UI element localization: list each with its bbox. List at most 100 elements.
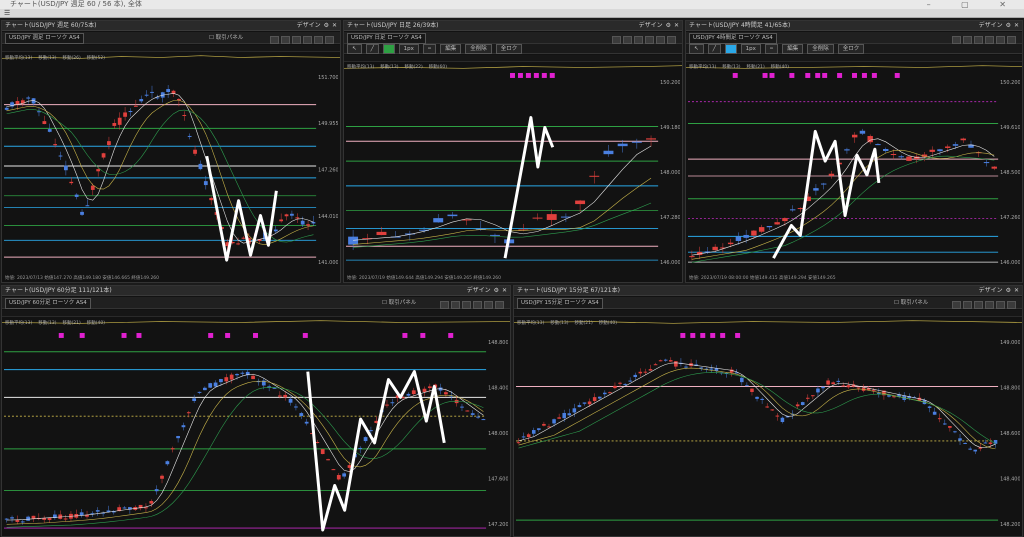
design-label[interactable]: デザイン <box>467 287 491 294</box>
lock-all-button[interactable]: 全ロク <box>837 44 865 54</box>
pen-icon[interactable] <box>996 35 1005 44</box>
design-label[interactable]: デザイン <box>297 22 321 29</box>
close-icon[interactable]: ✕ <box>1014 287 1019 294</box>
candle <box>797 208 804 210</box>
line-tool[interactable]: ╱ <box>707 44 721 54</box>
zoom-in-icon[interactable] <box>963 35 972 44</box>
gear-icon[interactable]: ⚙ <box>1006 22 1011 29</box>
close-icon[interactable]: ✕ <box>1014 22 1019 29</box>
settings-icon[interactable] <box>495 300 504 309</box>
y-axis-label: 149.610 <box>1000 125 1020 131</box>
event-marker <box>762 72 768 78</box>
candle <box>765 406 769 408</box>
line-width-select[interactable]: 1px <box>740 44 761 54</box>
color-picker[interactable] <box>724 44 737 54</box>
candle <box>532 217 543 219</box>
close-icon[interactable]: ✕ <box>332 22 337 29</box>
refresh-icon[interactable] <box>985 35 994 44</box>
zoom-out-icon[interactable] <box>974 35 983 44</box>
price-chart[interactable]: 149.000 148.800 148.600 148.400 148.200 <box>516 332 1020 534</box>
line-width-select[interactable]: 1px <box>398 44 419 54</box>
lock-all-button[interactable]: 全ロク <box>495 44 523 54</box>
zoom-out-icon[interactable] <box>634 35 643 44</box>
pane-header: チャート(USD/JPY 15分足 67/121本) デザイン ⚙ ✕ <box>514 286 1022 296</box>
refresh-icon[interactable] <box>645 35 654 44</box>
gear-icon[interactable]: ⚙ <box>666 22 671 29</box>
event-marker <box>79 332 85 338</box>
overview-strip[interactable] <box>2 45 340 59</box>
close-icon[interactable]: ✕ <box>674 22 679 29</box>
cursor-tool[interactable]: ↖ <box>347 44 362 54</box>
price-chart[interactable]: 148.800 148.400 148.000 147.600 147.200 <box>4 332 508 534</box>
design-label[interactable]: デザイン <box>979 287 1003 294</box>
symbol-select[interactable]: USD/JPY 4時間足 ローソク AS4 <box>689 33 777 44</box>
candle <box>774 222 780 225</box>
pen-icon[interactable] <box>314 35 323 44</box>
symbol-select[interactable]: USD/JPY 60分足 ローソク AS4 <box>5 298 91 309</box>
event-marker <box>58 332 64 338</box>
zoom-in-icon[interactable] <box>281 35 290 44</box>
symbol-select[interactable]: USD/JPY 週足 ローソク AS4 <box>5 33 84 44</box>
overview-strip[interactable] <box>2 310 510 324</box>
crosshair-icon[interactable] <box>270 35 279 44</box>
crosshair-icon[interactable] <box>440 300 449 309</box>
refresh-icon[interactable] <box>473 300 482 309</box>
candle <box>668 360 673 362</box>
settings-icon[interactable] <box>667 35 676 44</box>
design-label[interactable]: デザイン <box>979 22 1003 29</box>
settings-icon[interactable] <box>1007 300 1016 309</box>
cursor-tool[interactable]: ↖ <box>689 44 704 54</box>
design-label[interactable]: デザイン <box>639 22 663 29</box>
window-controls[interactable]: – ▢ ✕ <box>927 0 1020 9</box>
crosshair-icon[interactable] <box>952 300 961 309</box>
line-style-select[interactable]: ┅ <box>764 44 779 54</box>
pen-icon[interactable] <box>656 35 665 44</box>
symbol-select[interactable]: USD/JPY 15分足 ローソク AS4 <box>517 298 603 309</box>
candle <box>490 234 500 236</box>
symbol-select[interactable]: USD/JPY 日足 ローソク AS4 <box>347 33 426 44</box>
zoom-in-icon[interactable] <box>451 300 460 309</box>
zoom-in-icon[interactable] <box>963 300 972 309</box>
edit-button[interactable]: 編集 <box>782 44 804 54</box>
menu-icon[interactable]: ☰ <box>4 9 10 17</box>
trade-panel-checkbox[interactable]: ☐ 取引パネル <box>209 32 243 44</box>
gear-icon[interactable]: ⚙ <box>1006 287 1011 294</box>
y-axis-label: 148.400 <box>488 385 508 391</box>
crosshair-icon[interactable] <box>952 35 961 44</box>
delete-all-button[interactable]: 全削除 <box>807 44 834 54</box>
overview-strip[interactable] <box>686 55 1022 69</box>
settings-icon[interactable] <box>325 35 334 44</box>
trade-panel-checkbox[interactable]: ☐ 取引パネル <box>894 297 928 309</box>
candle <box>562 412 566 419</box>
price-chart[interactable]: 151.700 149.955 147.260 144.010 141.000 <box>4 67 338 272</box>
zoom-out-icon[interactable] <box>292 35 301 44</box>
candle <box>887 395 891 397</box>
zoom-out-icon[interactable] <box>462 300 471 309</box>
line-tool[interactable]: ╱ <box>365 44 379 54</box>
overview-strip[interactable] <box>344 55 682 69</box>
price-chart[interactable]: 150.200 149.610 148.500 147.260 146.000 <box>688 72 1020 272</box>
settings-icon[interactable] <box>1007 35 1016 44</box>
y-axis-label: 148.800 <box>1000 385 1020 391</box>
refresh-icon[interactable] <box>985 300 994 309</box>
overview-strip[interactable] <box>514 310 1022 324</box>
gear-icon[interactable]: ⚙ <box>324 22 329 29</box>
trade-panel-checkbox[interactable]: ☐ 取引パネル <box>382 297 416 309</box>
delete-all-button[interactable]: 全削除 <box>465 44 492 54</box>
zoom-in-icon[interactable] <box>623 35 632 44</box>
candle <box>963 442 967 444</box>
moving-average-line <box>6 380 484 525</box>
y-axis-label: 150.200 <box>660 80 680 86</box>
pen-icon[interactable] <box>484 300 493 309</box>
pen-icon[interactable] <box>996 300 1005 309</box>
price-chart[interactable]: 150.200 149.180 148.000 147.280 146.000 <box>346 72 680 272</box>
refresh-icon[interactable] <box>303 35 312 44</box>
candle <box>139 99 144 102</box>
close-icon[interactable]: ✕ <box>502 287 507 294</box>
crosshair-icon[interactable] <box>612 35 621 44</box>
line-style-select[interactable]: ┅ <box>422 44 437 54</box>
edit-button[interactable]: 編集 <box>440 44 462 54</box>
zoom-out-icon[interactable] <box>974 300 983 309</box>
color-picker[interactable] <box>382 44 395 54</box>
gear-icon[interactable]: ⚙ <box>494 287 499 294</box>
